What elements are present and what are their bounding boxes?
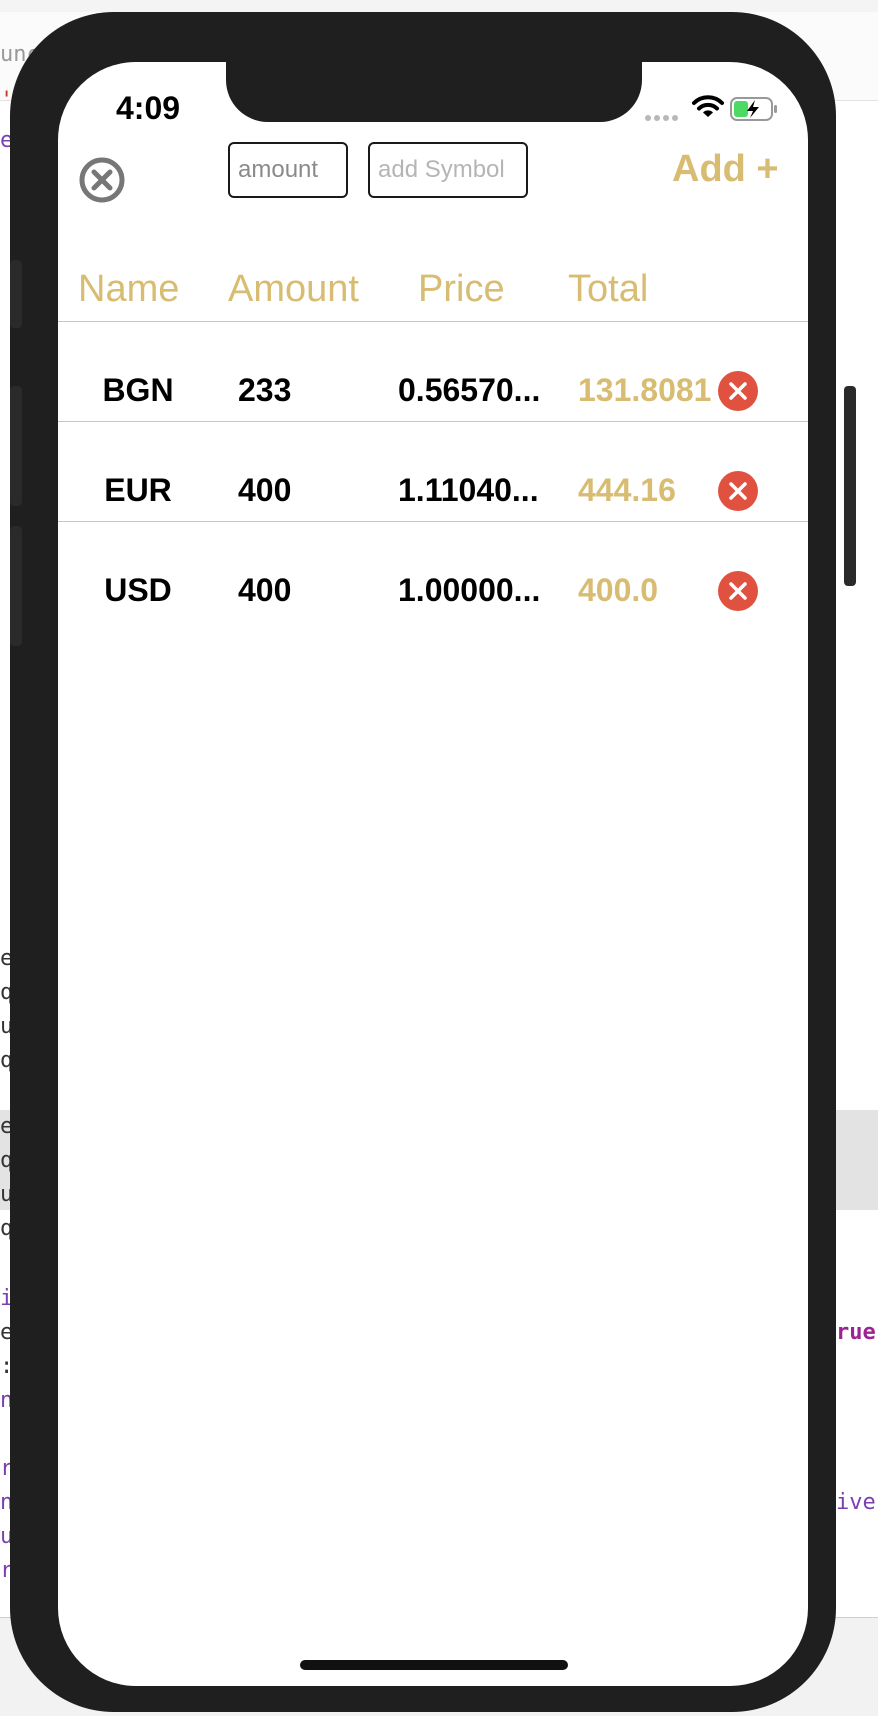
row-name: BGN — [102, 372, 174, 408]
notch — [226, 62, 642, 122]
delete-icon[interactable] — [718, 571, 758, 611]
table-row: USD 400 1.00000... 400.0 — [58, 522, 808, 622]
column-header-amount: Amount — [228, 268, 359, 310]
status-time: 4:09 — [116, 90, 181, 126]
column-header-total: Total — [568, 268, 649, 310]
wifi-icon — [692, 95, 724, 117]
code-fragment: rue — [836, 1320, 876, 1345]
row-name: USD — [104, 572, 172, 608]
column-header-name: Name — [78, 268, 180, 310]
column-header-price: Price — [418, 268, 505, 310]
row-price: 1.00000... — [398, 572, 541, 608]
row-price: 0.56570... — [398, 372, 541, 408]
row-total: 131.8081 — [578, 372, 712, 408]
volume-up-button — [10, 386, 22, 506]
row-price: 1.11040... — [398, 472, 539, 508]
phone-screen: 4:09 Add + Name Amount Pri — [58, 62, 808, 1686]
row-name: EUR — [104, 472, 172, 508]
row-amount: 400 — [238, 572, 292, 608]
power-button — [844, 386, 856, 586]
mute-switch — [10, 260, 22, 328]
table-row: EUR 400 1.11040... 444.16 — [58, 422, 808, 522]
row-amount: 233 — [238, 372, 292, 408]
symbol-input[interactable] — [368, 142, 528, 198]
table-row: BGN 233 0.56570... 131.8081 — [58, 322, 808, 422]
amount-input[interactable] — [228, 142, 348, 198]
delete-icon[interactable] — [718, 371, 758, 411]
add-button[interactable]: Add + — [672, 148, 779, 191]
delete-icon[interactable] — [718, 471, 758, 511]
home-indicator[interactable] — [300, 1660, 568, 1670]
volume-down-button — [10, 526, 22, 646]
battery-charging-icon — [730, 97, 777, 121]
phone-frame: 4:09 Add + Name Amount Pri — [10, 12, 856, 1712]
row-total: 400.0 — [578, 572, 659, 608]
cellular-signal-icon — [645, 115, 678, 121]
close-icon[interactable] — [78, 156, 126, 204]
row-total: 444.16 — [578, 472, 676, 508]
row-amount: 400 — [238, 472, 292, 508]
code-fragment: ive — [836, 1490, 876, 1515]
